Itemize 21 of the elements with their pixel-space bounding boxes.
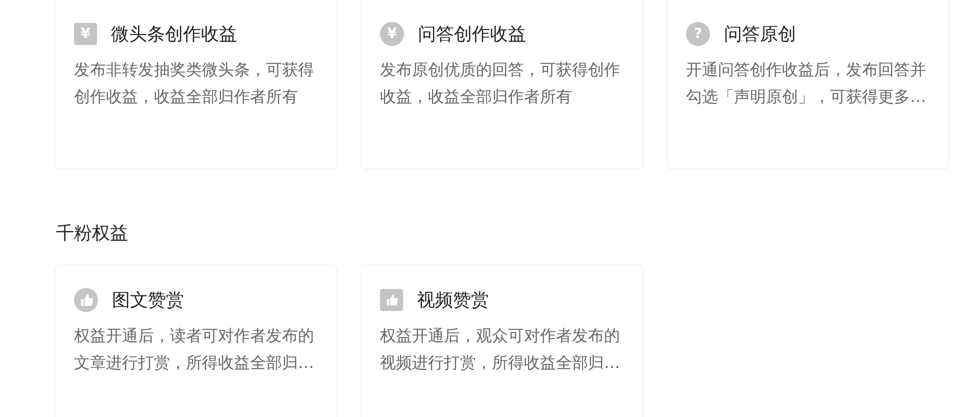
card-description: 发布非转发抽奖类微头条，可获得创作收益，收益全部归作者所有 bbox=[74, 59, 315, 108]
thumbs-up-icon bbox=[74, 288, 98, 312]
benefit-card[interactable]: 视频赞赏 权益开通后，观众可对作者发布的视频进行打赏，所得收益全部归… bbox=[362, 266, 642, 417]
section-title: 千粉权益 bbox=[56, 222, 129, 246]
benefit-card[interactable]: ¥ 微头条创作收益 发布非转发抽奖类微头条，可获得创作收益，收益全部归作者所有 bbox=[56, 0, 336, 168]
card-description: 开通问答创作收益后，发布回答并勾选「声明原创」，可获得更多… bbox=[686, 59, 927, 108]
card-title: 图文赞赏 bbox=[112, 289, 184, 312]
yen-icon: ¥ bbox=[74, 23, 97, 45]
card-description: 发布原创优质的回答，可获得创作收益，收益全部归作者所有 bbox=[380, 59, 621, 108]
benefit-card[interactable]: 图文赞赏 权益开通后，读者可对作者发布的文章进行打赏，所得收益全部归… bbox=[56, 266, 336, 417]
card-description: 权益开通后，观众可对作者发布的视频进行打赏，所得收益全部归… bbox=[380, 325, 621, 374]
card-title: 问答创作收益 bbox=[418, 23, 526, 46]
benefit-card[interactable]: ¥ 问答创作收益 发布原创优质的回答，可获得创作收益，收益全部归作者所有 bbox=[362, 0, 642, 168]
benefit-card[interactable]: ? 问答原创 开通问答创作收益后，发布回答并勾选「声明原创」，可获得更多… bbox=[668, 0, 948, 168]
yen-icon: ¥ bbox=[380, 22, 404, 46]
thumbs-up-icon bbox=[380, 289, 403, 311]
card-description: 权益开通后，读者可对作者发布的文章进行打赏，所得收益全部归… bbox=[74, 325, 315, 374]
card-title: 微头条创作收益 bbox=[111, 23, 237, 46]
card-title: 视频赞赏 bbox=[417, 289, 489, 312]
question-icon: ? bbox=[686, 22, 710, 46]
card-title: 问答原创 bbox=[724, 23, 796, 46]
